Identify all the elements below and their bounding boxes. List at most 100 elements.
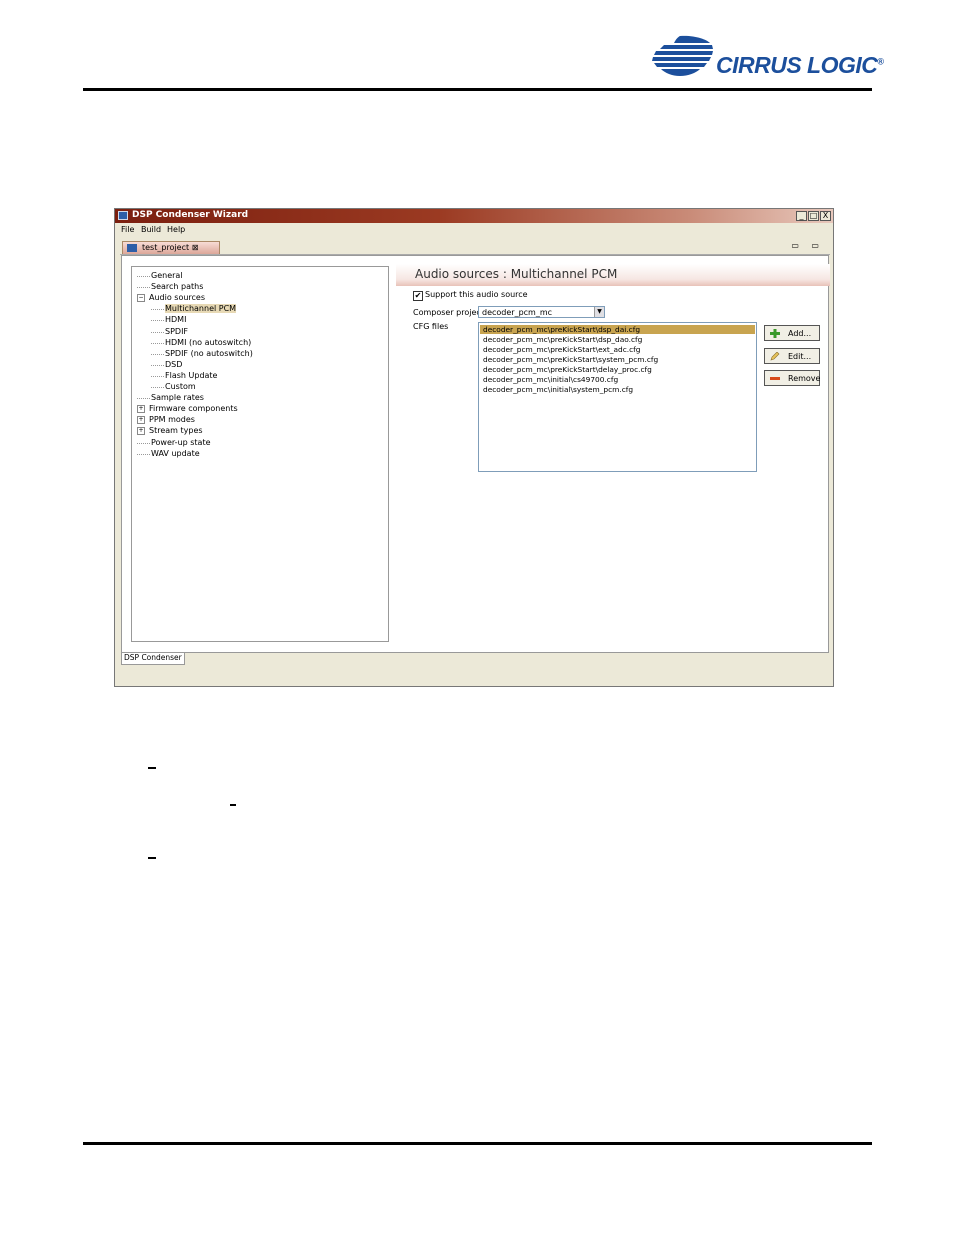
dsp-condenser-window: DSP Condenser Wizard _ □ X File Build He… — [114, 208, 834, 687]
tree-item-label: SPDIF — [165, 326, 189, 336]
expand-icon[interactable]: + — [137, 426, 145, 435]
expand-icon[interactable]: + — [137, 404, 145, 413]
tree-connector — [151, 349, 164, 355]
composer-project-label: Composer project — [413, 308, 484, 317]
edit-button[interactable]: Edit... — [764, 348, 820, 364]
window-title: DSP Condenser Wizard — [132, 210, 249, 220]
editor-tab-label: test_project — [142, 243, 190, 252]
support-audio-source-label: Support this audio source — [425, 290, 528, 299]
tree-item-label: Custom — [165, 382, 196, 391]
tree-item[interactable]: − Audio sources — [137, 293, 205, 303]
tree-item[interactable]: Flash Update — [151, 371, 217, 381]
minus-icon — [770, 377, 780, 380]
editor-tab-test-project[interactable]: test_project ⊠ — [122, 241, 220, 254]
tree-item-label: Audio sources — [149, 293, 206, 303]
tree-item-label: Stream types — [149, 426, 203, 436]
window-titlebar[interactable]: DSP Condenser Wizard _ □ X — [115, 209, 833, 223]
tree-item-label: Multichannel PCM — [165, 304, 237, 314]
expand-icon[interactable]: + — [137, 415, 145, 424]
tree-connector — [151, 338, 164, 344]
tree-item[interactable]: General — [137, 271, 183, 281]
support-audio-source-checkbox[interactable]: ✔ — [413, 291, 423, 301]
tree-item[interactable]: SPDIF (no autoswitch) — [151, 349, 253, 359]
tree-item[interactable]: Custom — [151, 382, 196, 392]
cfg-file-item[interactable]: decoder_pcm_mc\preKickStart\system_pcm.c… — [483, 355, 658, 364]
underscore-mark — [148, 857, 156, 859]
logo-text: CIRRUS LOGIC — [716, 52, 878, 78]
project-file-icon — [127, 244, 137, 252]
maximize-button[interactable]: □ — [808, 211, 819, 221]
tree-item[interactable]: DSD — [151, 360, 182, 370]
tree-item[interactable]: + Firmware components — [137, 404, 238, 414]
tree-item[interactable]: HDMI — [151, 315, 186, 325]
footer-rule — [83, 1142, 872, 1145]
minimize-button[interactable]: _ — [796, 211, 807, 221]
cfg-file-item[interactable]: decoder_pcm_mc\preKickStart\ext_adc.cfg — [483, 345, 640, 354]
plus-icon — [770, 329, 780, 338]
add-button[interactable]: Add... — [764, 325, 820, 341]
tree-item-label: Sample rates — [151, 393, 204, 403]
remove-button[interactable]: Remove — [764, 370, 820, 386]
tree-connector — [151, 315, 164, 322]
cfg-file-item[interactable]: decoder_pcm_mc\preKickStart\delay_proc.c… — [483, 365, 652, 374]
page-title: Audio sources : Multichannel PCM — [415, 267, 618, 281]
underscore-mark — [148, 767, 156, 769]
tree-connector — [151, 304, 164, 311]
collapse-icon[interactable]: − — [137, 293, 145, 302]
tree-connector — [137, 449, 150, 455]
dropdown-arrow-icon[interactable]: ▼ — [594, 307, 604, 317]
tree-item[interactable]: Search paths — [137, 282, 203, 292]
navigation-tree: General Search paths − Audio sources Multich… — [131, 266, 389, 642]
tree-item[interactable]: HDMI (no autoswitch) — [151, 338, 251, 348]
app-icon — [118, 211, 128, 220]
cfg-files-label: CFG files — [413, 322, 449, 331]
tree-connector — [137, 393, 150, 400]
tree-item-label: Power-up state — [151, 437, 211, 447]
tree-item-label: WAV update — [151, 448, 200, 458]
header-rule — [83, 88, 872, 91]
tree-item[interactable]: SPDIF — [151, 327, 188, 337]
cfg-files-list[interactable]: decoder_pcm_mc\preKickStart\dsp_dai.cfg d… — [478, 322, 757, 472]
dsp-condenser-tab[interactable]: DSP Condenser — [121, 653, 185, 665]
remove-button-label: Remove — [788, 374, 821, 383]
tree-item[interactable]: Sample rates — [137, 393, 204, 403]
tree-connector — [137, 438, 150, 444]
tree-item-label: Search paths — [151, 282, 204, 292]
page-header: Audio sources : Multichannel PCM — [396, 264, 830, 286]
composer-project-select[interactable]: decoder_pcm_mc ▼ — [478, 306, 605, 318]
menu-file[interactable]: File — [121, 225, 134, 234]
logo-swoosh-icon — [652, 35, 713, 76]
close-button[interactable]: X — [820, 211, 831, 221]
tree-connector — [151, 360, 164, 366]
tree-item-label: HDMI — [165, 315, 187, 325]
editor-tabstrip: test_project ⊠ ▭ ▭ — [120, 240, 830, 255]
tree-connector — [151, 327, 164, 333]
tree-item-label: SPDIF (no autoswitch) — [165, 348, 253, 358]
tree-item-label: General — [151, 271, 183, 280]
composer-project-value: decoder_pcm_mc — [482, 308, 553, 317]
menu-help[interactable]: Help — [167, 225, 185, 234]
underscore-mark — [230, 804, 236, 806]
add-button-label: Add... — [788, 329, 812, 338]
tab-view-controls[interactable]: ▭ ▭ — [791, 241, 824, 250]
edit-button-label: Edit... — [788, 352, 812, 361]
tree-connector — [137, 271, 150, 277]
tree-item-label: DSD — [165, 359, 183, 369]
tree-item[interactable]: Multichannel PCM — [151, 304, 237, 314]
cirrus-logic-logo: CIRRUS LOGIC® — [650, 34, 884, 80]
tree-item-label: PPM modes — [149, 415, 195, 425]
tree-item-label: Flash Update — [165, 370, 218, 380]
tree-item[interactable]: + PPM modes — [137, 415, 195, 425]
cfg-file-item[interactable]: decoder_pcm_mc\initial\cs49700.cfg — [483, 375, 618, 384]
tree-item[interactable]: WAV update — [137, 449, 200, 459]
cfg-file-item[interactable]: decoder_pcm_mc\preKickStart\dsp_dao.cfg — [483, 335, 642, 344]
tree-item[interactable]: + Stream types — [137, 426, 203, 436]
menu-bar: File Build Help — [115, 223, 833, 236]
cfg-file-item[interactable]: decoder_pcm_mc\initial\system_pcm.cfg — [483, 385, 633, 394]
menu-build[interactable]: Build — [141, 225, 161, 234]
registered-mark: ® — [877, 56, 884, 67]
tree-connector — [151, 382, 164, 388]
tree-item[interactable]: Power-up state — [137, 438, 211, 448]
cfg-file-item[interactable]: decoder_pcm_mc\preKickStart\dsp_dai.cfg — [480, 325, 755, 334]
tab-close-icon[interactable]: ⊠ — [192, 243, 199, 252]
